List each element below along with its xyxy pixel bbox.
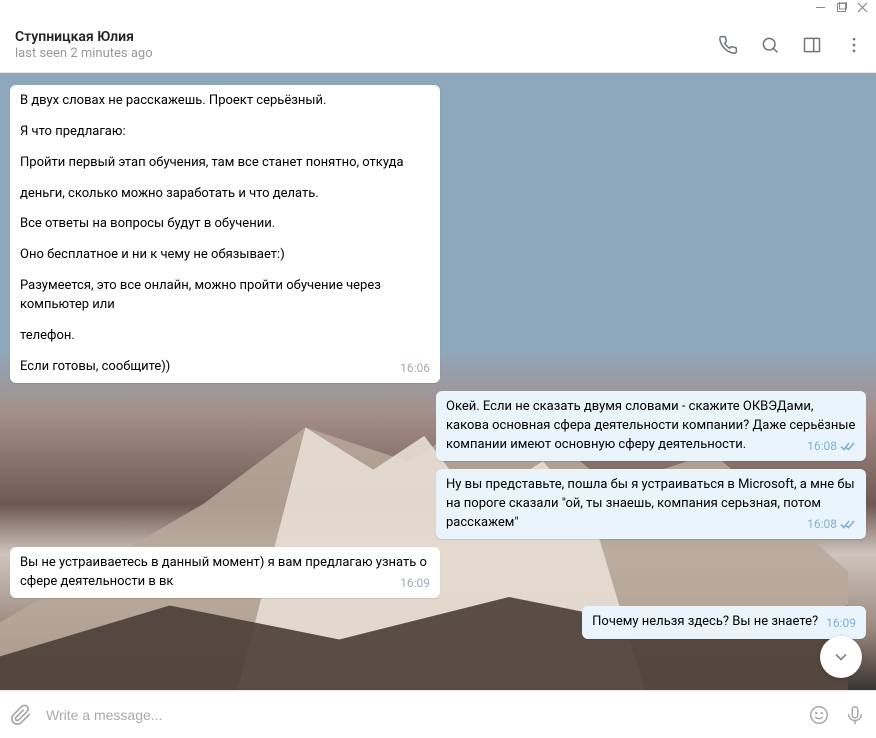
message-time: 16:09 xyxy=(400,575,430,592)
message-text: Вы не устраиваетесь в данный момент) я в… xyxy=(20,554,430,592)
message-time: 16:09 xyxy=(826,615,856,632)
message-bubble[interactable]: Почему нельзя здесь? Вы не знаете?16:09 xyxy=(582,606,866,638)
chat-area: В двух словах не расскажешь. Проект серь… xyxy=(0,73,876,690)
message-text: Ну вы представьте, пошла бы я устраивать… xyxy=(446,476,856,533)
contact-name[interactable]: Ступницкая Юлия xyxy=(15,29,718,45)
voice-button[interactable] xyxy=(844,704,866,726)
call-button[interactable] xyxy=(718,35,738,55)
message-text: Разумеется, это все онлайн, можно пройти… xyxy=(20,277,430,315)
sidebar-toggle-button[interactable] xyxy=(802,35,822,55)
message-meta: 16:08 xyxy=(807,516,856,533)
contact-status: last seen 2 minutes ago xyxy=(15,46,718,61)
read-checks-icon xyxy=(840,519,856,530)
message-meta: 16:09 xyxy=(400,575,430,592)
search-button[interactable] xyxy=(760,35,780,55)
window-controls xyxy=(0,0,876,18)
message-text: Оно бесплатное и ни к чему не обязывает:… xyxy=(20,246,430,265)
message-text: В двух словах не расскажешь. Проект серь… xyxy=(20,92,430,111)
message-input[interactable] xyxy=(46,707,794,723)
minimize-button[interactable] xyxy=(815,2,826,16)
message-meta: 16:08 xyxy=(807,438,856,455)
message-text: Если готовы, сообщите))16:06 xyxy=(20,358,430,377)
message-text: телефон. xyxy=(20,327,430,346)
message-text: деньги, сколько можно заработать и что д… xyxy=(20,185,430,204)
read-checks-icon xyxy=(840,441,856,452)
message-meta: 16:09 xyxy=(826,615,856,632)
message-text: Я что предлагаю: xyxy=(20,123,430,142)
maximize-button[interactable] xyxy=(836,2,847,16)
input-bar xyxy=(0,690,876,738)
message-time: 16:08 xyxy=(807,516,837,533)
chat-header: Ступницкая Юлия last seen 2 minutes ago xyxy=(0,18,876,73)
message-bubble[interactable]: В двух словах не расскажешь. Проект серь… xyxy=(10,85,440,383)
message-text: Окей. Если не сказать двумя словами - ск… xyxy=(446,398,856,455)
message-text: Пройти первый этап обучения, там все ста… xyxy=(20,154,430,173)
message-time: 16:06 xyxy=(400,360,430,377)
close-button[interactable] xyxy=(857,2,868,16)
message-time: 16:08 xyxy=(807,438,837,455)
emoji-button[interactable] xyxy=(808,704,830,726)
messages-list[interactable]: В двух словах не расскажешь. Проект серь… xyxy=(0,73,876,690)
message-bubble[interactable]: Окей. Если не сказать двумя словами - ск… xyxy=(436,391,866,461)
message-text: Все ответы на вопросы будут в обучении. xyxy=(20,215,430,234)
message-bubble[interactable]: Ну вы представьте, пошла бы я устраивать… xyxy=(436,469,866,539)
message-bubble[interactable]: Вы не устраиваетесь в данный момент) я в… xyxy=(10,547,440,598)
more-button[interactable] xyxy=(844,35,864,55)
message-text: Почему нельзя здесь? Вы не знаете?16:09 xyxy=(592,613,856,632)
scroll-down-button[interactable] xyxy=(820,636,862,678)
attach-button[interactable] xyxy=(10,704,32,726)
message-meta: 16:06 xyxy=(400,360,430,377)
